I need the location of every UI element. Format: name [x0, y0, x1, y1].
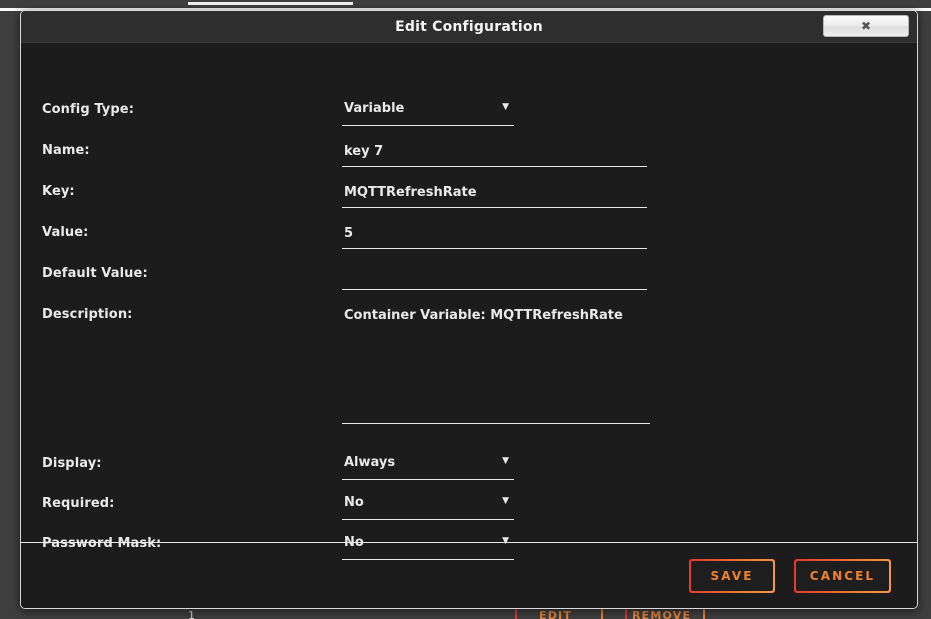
field-row-password-mask: Password Mask: No ▼	[21, 533, 917, 577]
label-required: Required:	[42, 496, 115, 511]
edit-configuration-dialog: Edit Configuration ✖ Config Type: Variab…	[20, 10, 918, 609]
field-row-required: Required: No ▼	[21, 493, 917, 537]
background-row-number: 1	[188, 609, 195, 619]
label-default-value: Default Value:	[42, 266, 148, 281]
label-description: Description:	[42, 307, 133, 322]
control-display: Always ▼	[342, 453, 514, 480]
select-required[interactable]: No ▼	[342, 493, 514, 520]
save-button-label: SAVE	[691, 560, 773, 591]
control-required: No ▼	[342, 493, 514, 520]
name-input[interactable]	[342, 140, 647, 167]
save-button[interactable]: SAVE	[689, 558, 775, 593]
select-password-mask-value: No	[344, 535, 364, 550]
background-cell-divider	[625, 608, 627, 619]
background-edit-link[interactable]: EDIT	[539, 609, 572, 619]
background-cell-divider	[601, 608, 603, 619]
select-config-type[interactable]: Variable ▼	[342, 99, 514, 126]
select-display[interactable]: Always ▼	[342, 453, 514, 480]
field-row-config-type: Config Type: Variable ▼	[21, 99, 917, 143]
dialog-header: Edit Configuration ✖	[21, 11, 917, 43]
background-cell-divider	[515, 608, 517, 619]
description-textarea-value: Container Variable: MQTTRefreshRate	[344, 308, 623, 323]
control-config-type: Variable ▼	[342, 99, 514, 126]
field-row-default-value: Default Value:	[21, 263, 917, 307]
control-description: Container Variable: MQTTRefreshRate	[342, 305, 650, 424]
field-row-name: Name:	[21, 140, 917, 184]
label-password-mask: Password Mask:	[42, 536, 162, 551]
select-display-value: Always	[344, 455, 396, 470]
control-name	[342, 140, 647, 167]
label-display: Display:	[42, 456, 102, 471]
label-value: Value:	[42, 225, 89, 240]
label-name: Name:	[42, 143, 90, 158]
dialog-title: Edit Configuration	[395, 18, 543, 35]
dialog-body: Config Type: Variable ▼ Name: Key: V	[21, 43, 917, 560]
field-row-key: Key:	[21, 181, 917, 225]
chevron-down-icon: ▼	[502, 536, 509, 546]
background-cell-divider	[703, 608, 705, 619]
chevron-down-icon: ▼	[502, 496, 509, 506]
control-value	[342, 222, 647, 249]
description-textarea[interactable]: Container Variable: MQTTRefreshRate	[342, 305, 650, 424]
chevron-down-icon: ▼	[502, 456, 509, 466]
field-row-display: Display: Always ▼	[21, 453, 917, 497]
label-config-type: Config Type:	[42, 102, 134, 117]
select-required-value: No	[344, 495, 364, 510]
select-password-mask[interactable]: No ▼	[342, 533, 514, 560]
control-key	[342, 181, 647, 208]
key-input[interactable]	[342, 181, 647, 208]
close-icon[interactable]: ✖	[823, 15, 909, 37]
control-default-value	[342, 263, 647, 290]
default-value-input[interactable]	[342, 263, 647, 290]
field-row-value: Value:	[21, 222, 917, 266]
field-row-description: Description: Container Variable: MQTTRef…	[21, 307, 917, 437]
label-key: Key:	[42, 184, 75, 199]
cancel-button-label: CANCEL	[796, 560, 889, 591]
background-table-row: 1 EDIT REMOVE	[0, 608, 931, 619]
select-config-type-value: Variable	[344, 101, 405, 116]
value-input[interactable]	[342, 222, 647, 249]
control-password-mask: No ▼	[342, 533, 514, 560]
cancel-button[interactable]: CANCEL	[794, 558, 891, 593]
background-top-rule	[188, 2, 353, 5]
background-remove-link[interactable]: REMOVE	[632, 609, 691, 619]
chevron-down-icon: ▼	[502, 102, 509, 112]
